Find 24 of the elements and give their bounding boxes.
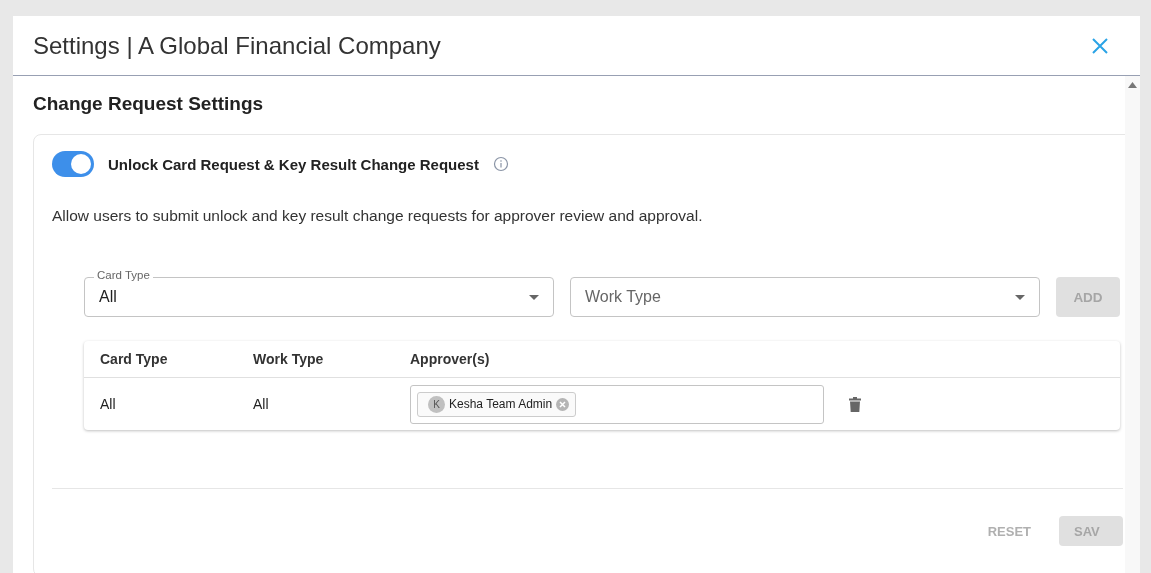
window-title: Settings | A Global Financial Company: [33, 31, 441, 60]
delete-icon[interactable]: [849, 396, 861, 412]
caret-icon: [1015, 295, 1025, 300]
caret-icon: [529, 295, 539, 300]
scroll-up-icon[interactable]: [1128, 82, 1137, 88]
info-icon[interactable]: [492, 156, 509, 172]
column-header: Approver(s): [410, 351, 491, 367]
avatar: K: [428, 395, 445, 413]
table-cell-text: All: [253, 396, 270, 412]
close-icon[interactable]: [1092, 37, 1108, 54]
table-cell-text: All: [99, 396, 117, 412]
setting-description: Allow users to submit unlock and key result change requests for approver review and approval.: [52, 207, 704, 225]
approver-field[interactable]: K Kesha Team Admin: [410, 384, 824, 424]
field-label: Card Type: [94, 269, 153, 281]
remove-icon[interactable]: [556, 397, 570, 411]
section-title: Change Request Settings: [33, 93, 265, 115]
column-header: Work Type: [253, 351, 325, 367]
approver-chip[interactable]: K Kesha Team Admin: [417, 391, 577, 417]
dropdown-field[interactable]: Work Type: [570, 277, 1040, 317]
field-placeholder: Work Type: [585, 288, 662, 306]
toggle-switch[interactable]: [52, 151, 94, 177]
setting-label: Unlock Card Request & Key Result Change Request: [108, 155, 479, 173]
field-value: All: [99, 288, 118, 306]
column-header: Card Type: [99, 351, 169, 367]
